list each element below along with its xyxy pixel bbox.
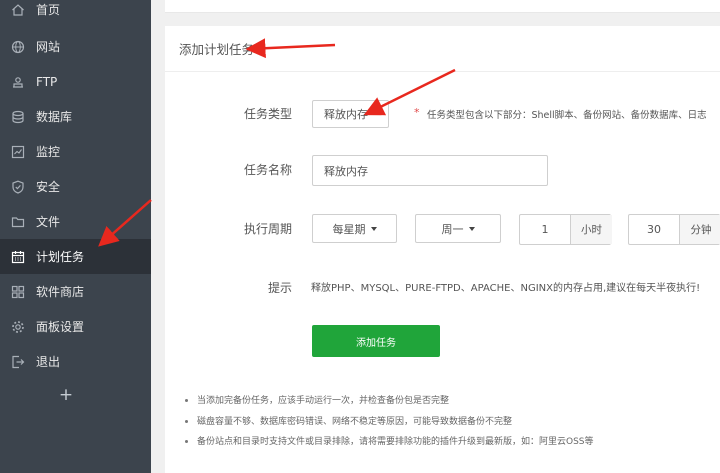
folder-icon <box>11 215 25 229</box>
database-icon <box>11 110 25 124</box>
sidebar-item-label: 退出 <box>36 355 61 369</box>
hour-input[interactable]: 1 <box>520 223 570 236</box>
top-panel <box>165 0 720 13</box>
weekday-value: 周一 <box>441 222 464 236</box>
task-type-select[interactable]: 释放内存 <box>312 100 389 128</box>
globe-icon <box>11 40 25 54</box>
sidebar-item-label: 首页 <box>36 3 61 17</box>
tip-label: 提示 <box>267 281 292 295</box>
sidebar-item-database[interactable]: 数据库 <box>0 99 151 134</box>
sidebar-item-label: FTP <box>36 74 58 89</box>
shield-icon <box>11 180 25 194</box>
task-type-label: 任务类型 <box>243 107 292 121</box>
cycle-label: 执行周期 <box>243 222 292 236</box>
minute-input-group[interactable]: 30 分钟 <box>628 214 720 245</box>
sidebar-item-home[interactable]: 首页 <box>0 0 151 27</box>
weekday-select[interactable]: 周一 <box>415 214 501 243</box>
minute-unit: 分钟 <box>679 215 720 244</box>
logout-icon <box>11 355 25 369</box>
task-type-value: 释放内存 <box>324 108 368 121</box>
sidebar-item-label: 安全 <box>36 180 61 194</box>
apps-icon <box>11 285 25 299</box>
chevron-down-icon <box>468 226 475 231</box>
sidebar-add-button[interactable]: + <box>58 385 74 405</box>
task-name-label: 任务名称 <box>243 163 292 177</box>
task-name-value: 释放内存 <box>324 164 368 178</box>
sidebar-item-files[interactable]: 文件 <box>0 204 151 239</box>
calendar-icon <box>11 250 25 264</box>
panel-title: 添加计划任务 <box>179 42 255 57</box>
task-name-input[interactable]: 释放内存 <box>312 155 548 186</box>
note-item: 当添加完备份任务，应该手动运行一次，并检查备份包是否完整 <box>183 395 594 416</box>
sidebar-item-settings[interactable]: 面板设置 <box>0 309 151 344</box>
sidebar-item-website[interactable]: 网站 <box>0 29 151 64</box>
chevron-down-icon <box>370 226 377 231</box>
sidebar-item-cron[interactable]: 计划任务 <box>0 239 151 274</box>
sidebar-item-label: 网站 <box>36 40 61 54</box>
home-icon <box>11 3 25 17</box>
tip-text: 释放PHP、MYSQL、PURE-FTPD、APACHE、NGINX的内存占用,… <box>311 283 701 294</box>
sidebar-item-label: 计划任务 <box>36 250 85 264</box>
sidebar-item-label: 软件商店 <box>36 285 85 299</box>
main-content: 添加计划任务 任务类型 释放内存 * 任务类型包含以下部分：Shell脚本、备份… <box>151 0 720 473</box>
sidebar-item-store[interactable]: 软件商店 <box>0 274 151 309</box>
monitor-icon <box>11 145 25 159</box>
add-task-button[interactable]: 添加任务 <box>312 325 440 357</box>
sidebar: 首页 网站 FTP 数据库 监控 安全 文件 计划任务 软件商店 面板设置 退出… <box>0 0 151 473</box>
gear-icon <box>11 320 25 334</box>
sidebar-item-label: 数据库 <box>36 110 73 124</box>
cycle-type-value: 每星期 <box>332 222 366 236</box>
required-mark: * <box>414 106 420 119</box>
sidebar-item-security[interactable]: 安全 <box>0 169 151 204</box>
add-task-panel: 添加计划任务 任务类型 释放内存 * 任务类型包含以下部分：Shell脚本、备份… <box>165 26 720 473</box>
sidebar-item-label: 监控 <box>36 145 61 159</box>
ftp-icon <box>11 75 25 89</box>
hour-unit: 小时 <box>570 215 612 244</box>
note-item: 磁盘容量不够、数据库密码错误、网络不稳定等原因，可能导致数据备份不完整 <box>183 416 594 437</box>
cycle-type-select[interactable]: 每星期 <box>312 214 397 243</box>
note-item: 备份站点和目录时支持文件或目录排除，请将需要排除功能的插件升级到最新版，如：阿里… <box>183 436 594 457</box>
sidebar-item-label: 面板设置 <box>36 320 85 334</box>
sidebar-item-logout[interactable]: 退出 <box>0 344 151 379</box>
notes-list: 当添加完备份任务，应该手动运行一次，并检查备份包是否完整 磁盘容量不够、数据库密… <box>183 395 594 457</box>
hour-input-group[interactable]: 1 小时 <box>519 214 612 245</box>
minute-input[interactable]: 30 <box>629 223 679 236</box>
sidebar-item-label: 文件 <box>36 215 61 229</box>
task-type-hint: 任务类型包含以下部分：Shell脚本、备份网站、备份数据库、日志切割、释放内存 <box>427 110 706 121</box>
panel-header: 添加计划任务 <box>165 26 720 72</box>
sidebar-item-ftp[interactable]: FTP <box>0 64 151 99</box>
sidebar-item-monitor[interactable]: 监控 <box>0 134 151 169</box>
